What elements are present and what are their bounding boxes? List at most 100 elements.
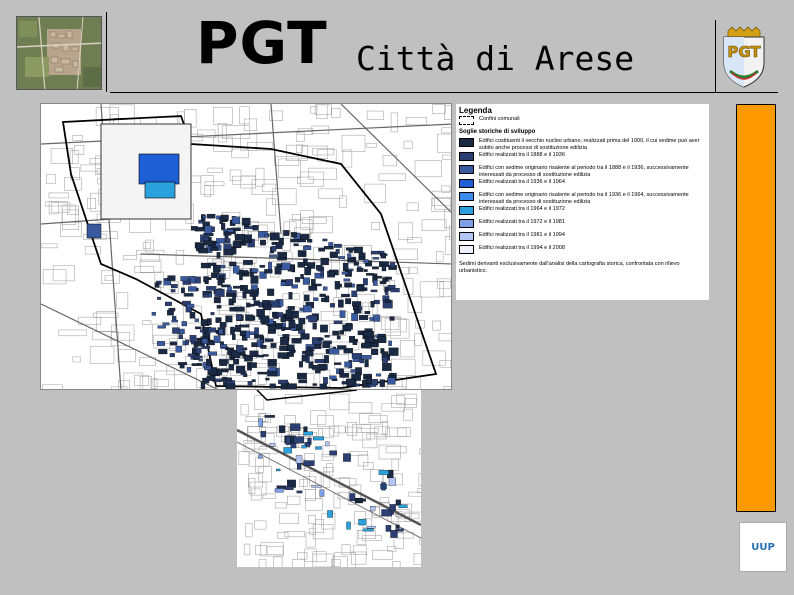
building-footprint [379, 281, 387, 285]
parcel-outline [274, 502, 287, 509]
building-footprint [157, 341, 166, 346]
building-footprint [268, 324, 277, 332]
building-footprint [178, 328, 185, 335]
building-footprint [334, 243, 342, 248]
accent-side-bar [736, 104, 776, 512]
building-footprint [235, 325, 241, 330]
parcel-outline [419, 538, 421, 545]
building-footprint [347, 258, 355, 262]
building-footprint [384, 299, 391, 304]
building-footprint [236, 314, 243, 321]
parcel-outline [204, 185, 212, 197]
building-footprint [388, 477, 396, 486]
building-footprint [232, 241, 241, 248]
parcel-outline [309, 527, 316, 535]
legend-items: Edifici costituenti il vecchio nucleo ur… [459, 138, 706, 257]
parcel-outline [406, 202, 419, 212]
building-footprint [304, 267, 311, 276]
building-footprint [325, 441, 330, 447]
legend-swatch [459, 152, 474, 161]
legend-item: Edifici costituenti il vecchio nucleo ur… [459, 138, 706, 151]
building-footprint [190, 226, 198, 231]
building-1936-1964 [138, 153, 180, 185]
building-footprint [263, 354, 269, 357]
building-footprint [322, 286, 328, 291]
building-footprint [157, 325, 166, 329]
building-footprint [334, 281, 340, 290]
legend-boundary-swatch [459, 116, 474, 125]
building-footprint [364, 310, 371, 315]
municipal-boundary [256, 390, 358, 401]
building-footprint [264, 269, 273, 274]
map-legend: Legenda Confini comunali Soglie storiche… [456, 104, 709, 300]
building-footprint [281, 262, 291, 271]
map-south-canvas [237, 390, 421, 567]
building-footprint [297, 262, 305, 268]
building-footprint [346, 521, 351, 530]
parcel-outline [449, 226, 451, 241]
building-footprint [231, 216, 240, 225]
legend-item-label: Edifici costituenti il vecchio nucleo ur… [479, 138, 700, 151]
legend-item-label: Edifici realizzati tra il 1981 e il 1994 [479, 232, 565, 238]
building-footprint [171, 319, 179, 323]
building-footprint [338, 256, 346, 259]
parcel-outline [74, 145, 85, 155]
building-footprint [344, 361, 351, 368]
building-footprint [349, 493, 356, 502]
building-footprint [178, 334, 183, 340]
parcel-outline [258, 559, 267, 567]
building-footprint [366, 273, 374, 276]
building-footprint [284, 486, 294, 490]
building-footprint [343, 453, 351, 462]
parcel-outline [248, 473, 263, 488]
legend-swatch [459, 179, 474, 188]
building-footprint [325, 348, 330, 354]
building-footprint [250, 284, 258, 290]
parcel-outline [339, 195, 347, 209]
building-footprint [300, 274, 304, 280]
building-footprint [254, 327, 259, 335]
map-southern-section[interactable] [237, 390, 421, 567]
building-footprint [287, 344, 295, 351]
building-footprint [320, 324, 328, 333]
parcel-outline [62, 209, 79, 231]
building-footprint [225, 383, 236, 389]
parcel-outline [245, 523, 253, 538]
parcel-outline [372, 550, 393, 560]
building-footprint [281, 327, 285, 332]
parcel-outline [244, 118, 257, 131]
building-footprint [279, 425, 286, 433]
footer-logo-text: UUP [751, 541, 775, 553]
parcel-outline [421, 219, 447, 231]
building-footprint [293, 436, 305, 444]
building-footprint [285, 309, 292, 318]
building-footprint [245, 314, 254, 321]
building-footprint [366, 376, 372, 385]
building-footprint [274, 266, 282, 275]
building-footprint [249, 293, 259, 297]
parcel-outline [142, 242, 151, 249]
building-footprint [249, 362, 257, 368]
parcel-outline [245, 416, 269, 422]
building-footprint [371, 348, 379, 355]
header-acronym: PGT [196, 9, 328, 77]
parcel-outline [436, 251, 444, 263]
parcel-outline [422, 350, 446, 366]
building-footprint [366, 525, 376, 529]
building-footprint [351, 290, 358, 298]
building-footprint [246, 302, 251, 308]
parcel-outline [405, 398, 417, 408]
legend-title: Legenda [459, 106, 492, 115]
building-footprint [198, 248, 209, 254]
header-divider-left [106, 12, 107, 92]
parcel-outline [405, 117, 428, 126]
parcel-outline [116, 292, 129, 309]
building-footprint [329, 375, 337, 380]
parcel-outline [200, 175, 215, 195]
building-footprint [207, 351, 218, 356]
building-footprint [384, 286, 389, 293]
historical-development-map[interactable] [40, 103, 452, 390]
building-footprint [300, 333, 310, 339]
building-footprint [168, 307, 176, 312]
parcel-outline [41, 243, 58, 249]
